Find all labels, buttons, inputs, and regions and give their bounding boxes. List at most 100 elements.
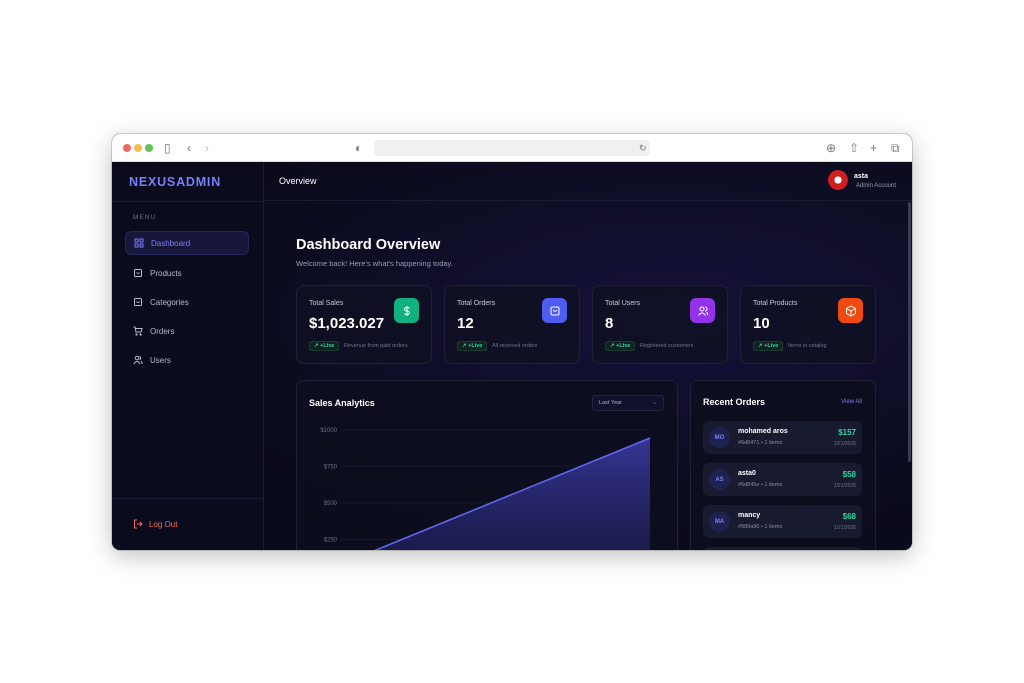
y-tick-label: $1000 — [320, 428, 337, 434]
minimize-window-button[interactable] — [134, 144, 142, 152]
sidebar-item-dashboard[interactable]: Dashboard — [125, 231, 249, 255]
forward-icon[interactable]: › — [205, 141, 209, 155]
page-title: Dashboard Overview — [296, 237, 441, 253]
sidebar-toggle-icon[interactable]: ▯ — [164, 141, 171, 155]
admin-app: NEXUSADMIN MENU Dashboard Products Categ… — [112, 162, 912, 550]
stat-card: Total Sales $1,023.027 ↗ +Live Revenue f… — [296, 285, 432, 364]
users-icon — [133, 355, 143, 365]
logout-icon — [134, 519, 143, 529]
bag-icon — [134, 269, 142, 277]
y-tick-label: $250 — [324, 538, 338, 544]
share-icon[interactable]: ⇧ — [849, 141, 859, 155]
download-icon[interactable]: ⊕ — [826, 141, 836, 155]
sidebar-item-users[interactable]: Users — [125, 348, 249, 372]
sidebar-item-label: Products — [150, 268, 182, 278]
user-role: Admin Account — [855, 183, 896, 189]
logo[interactable]: NEXUSADMIN — [129, 175, 221, 189]
bag-icon — [134, 298, 142, 306]
order-date: 1/21/2026 — [833, 483, 856, 489]
stat-card: Total Orders 12 ↗ +Live All received ord… — [444, 285, 580, 364]
close-window-button[interactable] — [123, 144, 131, 152]
customer-avatar: AS — [709, 469, 730, 490]
browser-window: ▯ ‹ › ◐ ↻ ⊕ ⇧ + ⧉ NEXUSADMIN MENU Dashbo… — [112, 134, 912, 550]
stat-value: 8 — [605, 315, 614, 332]
customer-name: mancy — [738, 512, 761, 519]
stat-label: Total Users — [605, 300, 641, 307]
order-amount: $157 — [838, 428, 856, 437]
reload-icon[interactable]: ↻ — [639, 141, 647, 155]
recent-orders-panel: Recent Orders View All MO mohamed aros #… — [690, 380, 876, 550]
divider — [112, 201, 263, 202]
order-meta: #989a90 • 1 items — [738, 524, 783, 530]
sidebar-item-products[interactable]: Products — [125, 261, 249, 285]
new-tab-icon[interactable]: + — [870, 141, 877, 155]
stat-card: Total Users 8 ↗ +Live Registered custome… — [592, 285, 728, 364]
address-bar[interactable] — [374, 140, 650, 156]
badge-text: +Live — [468, 343, 483, 349]
live-badge: ↗ +Live — [605, 341, 636, 351]
stat-card: Total Products 10 ↗ +Live Items in catal… — [740, 285, 876, 364]
sidebar-item-categories[interactable]: Categories — [125, 290, 249, 314]
badge-text: +Live — [320, 343, 335, 349]
stat-value: $1,023.027 — [309, 315, 385, 332]
badge-text: +Live — [764, 343, 779, 349]
sales-analytics-panel: Sales Analytics Last Year ⌄ $1000 $750 $500… — [296, 380, 678, 550]
stat-label: Total Sales — [309, 300, 344, 307]
customer-avatar: MA — [709, 511, 730, 532]
sidebar: NEXUSADMIN MENU Dashboard Products Categ… — [112, 162, 264, 550]
view-all-link[interactable]: View All — [841, 399, 862, 405]
customer-name: mohamed aros — [738, 428, 788, 435]
sidebar-item-label: Categories — [150, 297, 189, 307]
order-list-item[interactable]: MO mohamed aros #6d8471 • 1 items $157 1… — [703, 421, 862, 454]
badge-text: +Live — [616, 343, 631, 349]
menu-label: MENU — [133, 214, 157, 221]
shopping-bag-icon — [542, 298, 567, 323]
cart-icon — [133, 326, 143, 336]
stat-note: Items in catalog — [788, 343, 827, 349]
stat-label: Total Orders — [457, 300, 496, 307]
users-icon — [690, 298, 715, 323]
y-tick-label: $500 — [324, 501, 338, 507]
live-badge: ↗ +Live — [753, 341, 784, 351]
avatar[interactable] — [828, 170, 848, 190]
order-list-item[interactable]: MA mancy #989a90 • 1 items $68 1/21/2026 — [703, 505, 862, 538]
stat-value: 12 — [457, 315, 474, 332]
divider — [112, 498, 263, 499]
customer-name: asta0 — [738, 470, 756, 477]
logout-label: Log Out — [149, 519, 178, 529]
logout-button[interactable]: Log Out — [133, 519, 177, 529]
stat-note: Revenue from paid orders — [344, 343, 408, 349]
scrollbar[interactable] — [908, 202, 911, 462]
shield-icon[interactable]: ◐ — [355, 141, 362, 155]
range-select[interactable]: Last Year ⌄ — [592, 395, 664, 411]
order-meta: #6d8471 • 1 items — [738, 440, 783, 446]
y-tick-label: $750 — [324, 465, 338, 471]
maximize-window-button[interactable] — [145, 144, 153, 152]
chevron-down-icon: ⌄ — [651, 400, 657, 406]
order-amount: $58 — [842, 470, 856, 479]
sidebar-item-label: Dashboard — [151, 238, 191, 248]
header-title: Overview — [279, 176, 317, 186]
panel-title: Recent Orders — [703, 397, 766, 407]
sidebar-item-orders[interactable]: Orders — [125, 319, 249, 343]
tabs-overview-icon[interactable]: ⧉ — [891, 141, 900, 155]
dollar-icon — [394, 298, 419, 323]
page-subtitle: Welcome back! Here's what's happening to… — [296, 259, 453, 268]
order-list-item[interactable]: AS asta0 #6d845e • 1 items $58 1/21/2026 — [703, 463, 862, 496]
back-icon[interactable]: ‹ — [187, 141, 191, 155]
browser-toolbar: ▯ ‹ › ◐ ↻ ⊕ ⇧ + ⧉ — [112, 134, 912, 162]
order-date: 1/21/2026 — [833, 441, 856, 447]
top-header: Overview asta Admin Account — [264, 162, 912, 201]
order-list-item[interactable] — [703, 547, 862, 550]
grid-icon — [134, 238, 144, 248]
live-badge: ↗ +Live — [457, 341, 488, 351]
sidebar-item-label: Orders — [150, 326, 175, 336]
live-badge: ↗ +Live — [309, 341, 340, 351]
customer-avatar: MO — [709, 427, 730, 448]
sidebar-item-label: Users — [150, 355, 171, 365]
sales-area — [376, 438, 650, 550]
order-amount: $68 — [842, 512, 856, 521]
box-icon — [838, 298, 863, 323]
stat-label: Total Products — [753, 300, 798, 307]
user-name: asta — [853, 173, 868, 180]
